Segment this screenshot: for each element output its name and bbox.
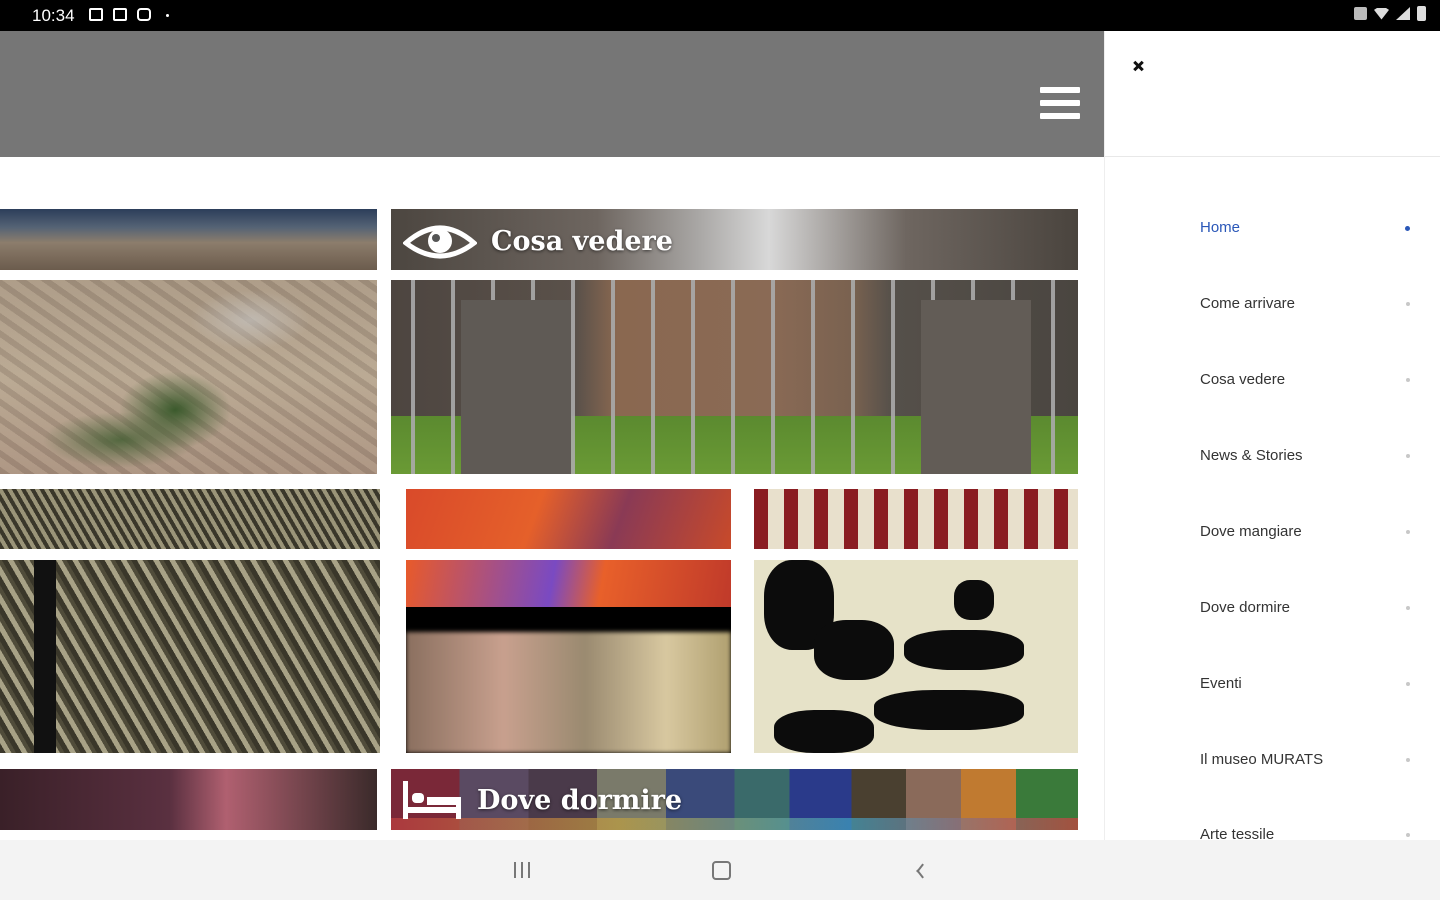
status-bar: 10:34 <box>0 0 1440 31</box>
menu-item-label: Arte tessile <box>1200 826 1275 840</box>
tile-textile-art-2[interactable] <box>406 560 731 753</box>
tile-textile-art-1[interactable] <box>0 560 380 753</box>
painting-image <box>406 560 731 607</box>
bullet-icon <box>1406 833 1410 837</box>
back-icon[interactable] <box>913 862 927 878</box>
menu-item-label: News & Stories <box>1200 447 1303 464</box>
weaving-photo <box>406 632 731 753</box>
app-screen: 10:34 Cosa vedere Dove dormire Home Come… <box>0 0 1440 900</box>
bullet-icon <box>1406 758 1410 762</box>
mute-icon <box>1354 7 1367 20</box>
tile-cosa-vedere[interactable] <box>391 280 1078 474</box>
bed-icon <box>403 781 461 819</box>
menu-item-come-arrivare[interactable]: Come arrivare <box>1200 289 1410 319</box>
status-time: 10:34 <box>32 6 75 25</box>
hamburger-menu-icon[interactable] <box>1040 87 1080 119</box>
wifi-icon <box>1374 7 1389 20</box>
recent-apps-icon[interactable] <box>513 861 533 879</box>
menu-item-cosa-vedere[interactable]: Cosa vedere <box>1200 365 1410 395</box>
menu-item-museo-murats[interactable]: Il museo MURATS <box>1200 745 1410 775</box>
menu-item-news-stories[interactable]: News & Stories <box>1200 441 1410 471</box>
tile-aerial-view-top[interactable] <box>0 209 377 270</box>
tile-dove-dormire[interactable]: Dove dormire <box>391 769 1078 830</box>
menu-item-home[interactable]: Home <box>1200 213 1410 243</box>
menu-item-label: Il museo MURATS <box>1200 751 1324 768</box>
tile-textile-art-3-top[interactable] <box>754 489 1078 549</box>
tile-food[interactable] <box>0 769 377 830</box>
menu-item-label: Eventi <box>1200 675 1242 692</box>
image-icon <box>89 8 103 21</box>
bullet-icon <box>1406 606 1410 610</box>
drawer-header <box>1105 31 1440 157</box>
nav-drawer: Home Come arrivare Cosa vedere News & St… <box>1104 31 1440 840</box>
bullet-icon <box>1406 530 1410 534</box>
tile-cosa-vedere-header[interactable]: Cosa vedere <box>391 209 1078 270</box>
more-notifications-dot <box>166 14 169 17</box>
tile-dove-dormire-title: Dove dormire <box>401 779 682 821</box>
gate-pillar-left <box>461 300 571 474</box>
app-header <box>0 31 1104 157</box>
bullet-icon <box>1406 682 1410 686</box>
status-icons <box>1354 6 1426 21</box>
menu-item-eventi[interactable]: Eventi <box>1200 669 1410 699</box>
bullet-icon <box>1406 454 1410 458</box>
battery-icon <box>1417 6 1426 21</box>
tile-dove-dormire-label: Dove dormire <box>477 784 683 816</box>
menu-item-dove-mangiare[interactable]: Dove mangiare <box>1200 517 1410 547</box>
gate-pillar-right <box>921 300 1031 474</box>
gallery-icon <box>113 8 127 21</box>
menu-item-label: Home <box>1200 219 1241 236</box>
close-icon[interactable] <box>1132 60 1146 74</box>
menu-item-arte-tessile[interactable]: Arte tessile <box>1200 820 1410 840</box>
bullet-icon <box>1405 226 1410 231</box>
signal-icon <box>1396 7 1410 20</box>
tile-aerial-view[interactable] <box>0 280 377 474</box>
chat-icon <box>137 8 151 21</box>
tile-cosa-vedere-label: Cosa vedere <box>491 225 673 257</box>
menu-item-label: Cosa vedere <box>1200 371 1286 388</box>
tile-cosa-vedere-title: Cosa vedere <box>403 219 673 263</box>
menu-item-label: Dove mangiare <box>1200 523 1302 540</box>
tile-divider <box>34 560 56 753</box>
bullet-icon <box>1406 302 1410 306</box>
tile-textile-art-2-top[interactable] <box>406 489 731 549</box>
system-nav-bar <box>0 840 1440 900</box>
eye-icon <box>403 225 477 259</box>
menu-item-label: Dove dormire <box>1200 599 1291 616</box>
tile-textile-art-1-top[interactable] <box>0 489 380 549</box>
menu-item-label: Come arrivare <box>1200 295 1296 312</box>
bullet-icon <box>1406 378 1410 382</box>
menu-item-dove-dormire[interactable]: Dove dormire <box>1200 593 1410 623</box>
tile-textile-art-3[interactable] <box>754 560 1078 753</box>
home-icon[interactable] <box>712 861 731 880</box>
